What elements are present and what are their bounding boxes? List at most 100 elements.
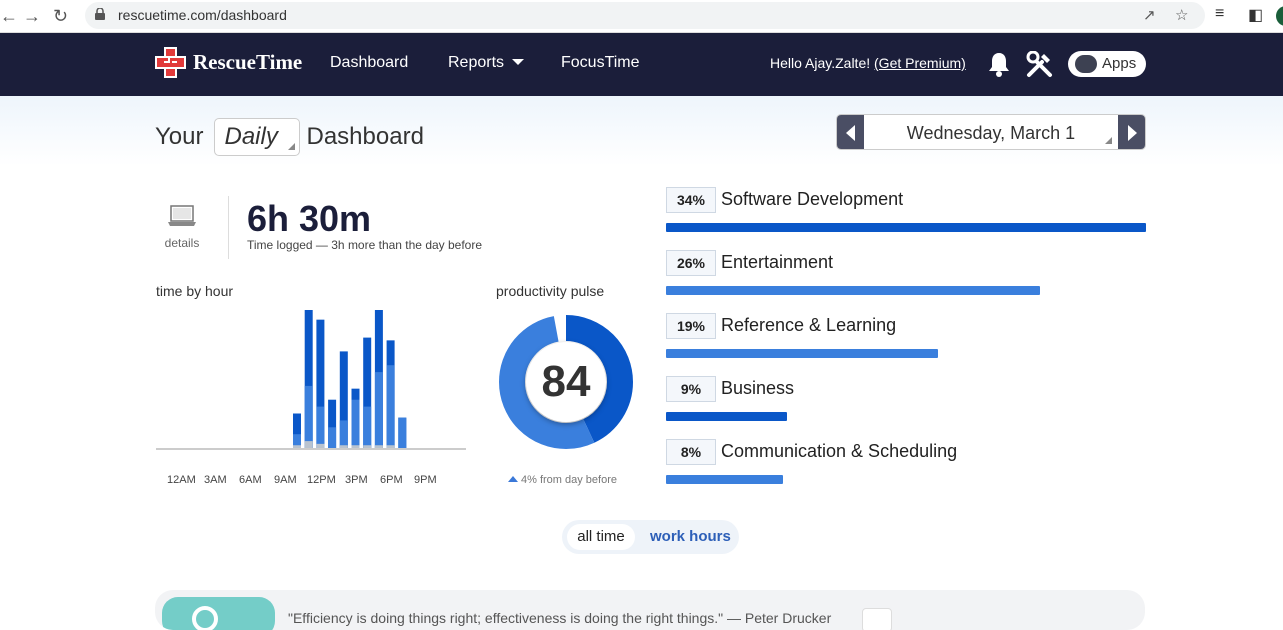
category-bar bbox=[666, 349, 938, 358]
hour-bar-segment bbox=[398, 417, 407, 448]
hour-bar-segment bbox=[374, 445, 383, 448]
details-label: details bbox=[164, 236, 200, 250]
hour-bar-segment bbox=[293, 445, 301, 448]
hour-tick-label: 9AM bbox=[274, 474, 297, 486]
category-percent: 9% bbox=[666, 376, 716, 402]
category-row[interactable]: 19% Reference & Learning bbox=[666, 313, 1146, 363]
share-icon[interactable]: ↗ bbox=[1143, 6, 1156, 24]
hour-bar-segment bbox=[363, 406, 372, 448]
hour-bar-segment bbox=[386, 365, 395, 448]
quote-card: "Efficiency is doing things right; effec… bbox=[155, 590, 1145, 630]
arrow-left-icon bbox=[846, 125, 855, 141]
logo[interactable]: RescueTime bbox=[155, 47, 302, 78]
hour-bar-segment bbox=[351, 399, 360, 448]
arrow-right-icon bbox=[1128, 125, 1137, 141]
category-name[interactable]: Reference & Learning bbox=[721, 315, 896, 336]
browser-toolbar: ← → ↻ rescuetime.com/dashboard ↗ ☆ ≡ ◧ bbox=[0, 0, 1283, 33]
time-by-hour-chart bbox=[156, 310, 466, 450]
quote-text: "Efficiency is doing things right; effec… bbox=[288, 610, 832, 626]
nav-reports[interactable]: Reports bbox=[448, 54, 525, 72]
hour-bar-segment bbox=[374, 372, 383, 448]
get-premium-link[interactable]: (Get Premium) bbox=[874, 55, 966, 71]
toggle-work-hours[interactable]: work hours bbox=[650, 524, 731, 550]
hour-bar-segment bbox=[339, 445, 348, 448]
next-day-button[interactable] bbox=[1118, 115, 1145, 149]
cloud-upload-icon bbox=[1075, 55, 1097, 73]
nav-dashboard[interactable]: Dashboard bbox=[330, 54, 408, 72]
time-range-toggle: all time work hours bbox=[562, 520, 739, 554]
date-select[interactable]: Wednesday, March 1 bbox=[864, 123, 1118, 144]
reading-list-icon[interactable]: ≡ bbox=[1215, 5, 1224, 23]
laptop-icon bbox=[168, 205, 196, 226]
tools-icon[interactable] bbox=[1026, 51, 1053, 78]
hour-tick-label: 12PM bbox=[307, 474, 336, 486]
category-bar bbox=[666, 412, 787, 421]
previous-day-button[interactable] bbox=[837, 115, 864, 149]
quote-badge bbox=[162, 597, 275, 630]
quote-action-button[interactable] bbox=[862, 608, 892, 630]
page-title: Your Daily Dashboard bbox=[155, 118, 424, 156]
total-time: 6h 30m bbox=[247, 198, 372, 239]
category-percent: 19% bbox=[666, 313, 716, 339]
category-bar bbox=[666, 475, 783, 484]
category-percent: 34% bbox=[666, 187, 716, 213]
rescuetime-cross-icon bbox=[155, 47, 186, 78]
period-value: Daily bbox=[224, 123, 278, 150]
hour-bar-segment bbox=[386, 445, 395, 448]
title-suffix: Dashboard bbox=[306, 123, 424, 150]
productivity-pulse-label: productivity pulse bbox=[496, 283, 605, 299]
category-percent: 8% bbox=[666, 439, 716, 465]
arrow-up-icon bbox=[508, 476, 518, 482]
hour-bar-segment bbox=[304, 441, 313, 448]
category-row[interactable]: 26% Entertainment bbox=[666, 250, 1146, 300]
hour-axis: 12AM 3AM 6AM 9AM 12PM 3PM 6PM 9PM bbox=[156, 474, 466, 488]
date-navigator: Wednesday, March 1 bbox=[836, 114, 1146, 150]
category-row[interactable]: 8% Communication & Scheduling bbox=[666, 439, 1146, 489]
pulse-change-note: 4% from day before bbox=[508, 474, 617, 486]
select-corner-icon bbox=[287, 143, 295, 150]
hour-bar-segment bbox=[351, 445, 360, 448]
greeting: Hello Ajay.Zalte! (Get Premium) bbox=[770, 55, 966, 71]
category-row[interactable]: 9% Business bbox=[666, 376, 1146, 426]
hour-tick-label: 9PM bbox=[414, 474, 437, 486]
caret-down-icon bbox=[512, 59, 525, 65]
back-icon[interactable]: ← bbox=[0, 5, 18, 27]
details-link[interactable]: details bbox=[160, 205, 204, 250]
nav-focustime[interactable]: FocusTime bbox=[561, 54, 640, 72]
pulse-change-text: 4% from day before bbox=[521, 474, 617, 486]
category-bar bbox=[666, 223, 1146, 232]
top-navigation: RescueTime Dashboard Reports FocusTime H… bbox=[0, 33, 1283, 96]
apps-button[interactable]: Apps bbox=[1068, 51, 1146, 77]
title-prefix: Your bbox=[155, 123, 204, 150]
forward-icon[interactable]: → bbox=[23, 5, 41, 27]
hour-tick-label: 6PM bbox=[380, 474, 403, 486]
total-time-note: Time logged — 3h more than the day befor… bbox=[247, 238, 483, 252]
category-name[interactable]: Software Development bbox=[721, 189, 903, 210]
side-panel-icon[interactable]: ◧ bbox=[1248, 5, 1263, 25]
hour-tick-label: 3AM bbox=[204, 474, 227, 486]
reload-icon[interactable]: ↻ bbox=[53, 5, 68, 27]
bookmark-star-icon[interactable]: ☆ bbox=[1175, 6, 1188, 24]
hour-bar-segment bbox=[339, 420, 348, 448]
bell-icon[interactable] bbox=[988, 51, 1010, 77]
brand-name: RescueTime bbox=[193, 50, 303, 74]
greeting-text: Hello Ajay.Zalte! bbox=[770, 55, 875, 71]
hour-bar-segment bbox=[304, 385, 313, 448]
url-text: rescuetime.com/dashboard bbox=[118, 7, 287, 23]
category-name[interactable]: Business bbox=[721, 378, 794, 399]
hour-bar-segment bbox=[328, 427, 337, 448]
select-corner-icon bbox=[1105, 137, 1112, 144]
lock-icon bbox=[95, 8, 105, 20]
hour-bar-segment bbox=[363, 445, 372, 448]
productivity-score: 84 bbox=[526, 342, 606, 422]
apps-label: Apps bbox=[1102, 55, 1137, 72]
category-bar bbox=[666, 286, 1040, 295]
category-name[interactable]: Entertainment bbox=[721, 252, 833, 273]
period-select[interactable]: Daily bbox=[213, 118, 300, 156]
toggle-all-time[interactable]: all time bbox=[567, 524, 635, 550]
hour-tick-label: 12AM bbox=[167, 474, 196, 486]
category-row[interactable]: 34% Software Development bbox=[666, 187, 1146, 237]
profile-avatar[interactable] bbox=[1276, 6, 1283, 26]
category-name[interactable]: Communication & Scheduling bbox=[721, 441, 957, 462]
address-bar[interactable]: rescuetime.com/dashboard ↗ ☆ bbox=[85, 2, 1205, 29]
